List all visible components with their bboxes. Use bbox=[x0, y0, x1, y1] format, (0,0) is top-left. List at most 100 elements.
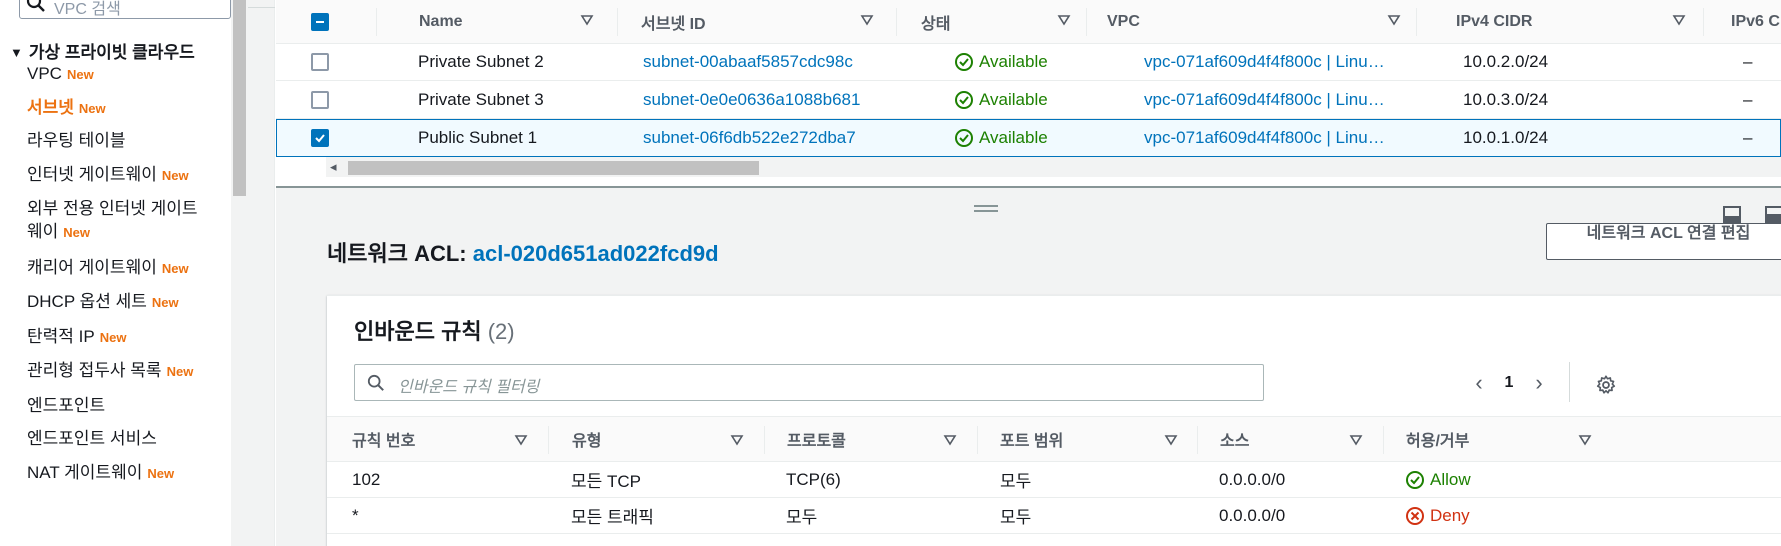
table-horizontal-scrollbar[interactable]: ◂ bbox=[326, 157, 1781, 177]
cell-vpc-link[interactable]: vpc-071af609d4f4f800c | Linu… bbox=[1144, 81, 1406, 118]
sidebar-scrollbar[interactable] bbox=[231, 0, 248, 546]
table-row: * 모든 트래픽 모두 모두 0.0.0.0/0 Deny bbox=[327, 498, 1781, 534]
cell-subnet-id-link[interactable]: subnet-06f6db522e272dba7 bbox=[643, 120, 893, 156]
sort-icon[interactable] bbox=[1057, 13, 1071, 27]
header-allow-deny[interactable]: 허용/거부 bbox=[1406, 417, 1566, 461]
cell-name: Public Subnet 1 bbox=[418, 128, 538, 147]
split-panel-resize-handle[interactable] bbox=[974, 205, 998, 213]
panel-side-icon[interactable] bbox=[1764, 205, 1781, 225]
cell-ipv6-cidr: – bbox=[1743, 128, 1753, 147]
table-row: 102 모든 TCP TCP(6) 모두 0.0.0.0/0 Allow bbox=[327, 462, 1781, 498]
cell-subnet-id-link[interactable]: subnet-0e0e0636a1088b681 bbox=[643, 81, 893, 118]
cell-vpc-link[interactable]: vpc-071af609d4f4f800c | Linu… bbox=[1144, 120, 1406, 156]
sort-icon[interactable] bbox=[1387, 13, 1401, 27]
cell-state: Available bbox=[954, 81, 1084, 118]
row-checkbox-checked[interactable] bbox=[311, 129, 329, 147]
header-ipv4-cidr[interactable]: IPv4 CIDR bbox=[1456, 0, 1656, 43]
table-row[interactable]: Private Subnet 3 subnet-0e0e0636a1088b68… bbox=[276, 81, 1781, 119]
header-name[interactable]: Name bbox=[419, 0, 589, 43]
network-acl-id-link[interactable]: acl-020d651ad022fcd9d bbox=[473, 241, 719, 266]
cell-type: 모든 트래픽 bbox=[571, 508, 654, 527]
sidebar-item-egress-only-igw-cont[interactable]: 웨이 New bbox=[27, 220, 90, 245]
table-row-selected[interactable]: Public Subnet 1 subnet-06f6db522e272dba7… bbox=[276, 119, 1781, 157]
new-badge: New bbox=[147, 466, 175, 481]
header-ipv6-cidr[interactable]: IPv6 C bbox=[1731, 0, 1781, 43]
cell-ipv4-cidr: 10.0.3.0/24 bbox=[1463, 89, 1549, 109]
cell-ipv6-cidr: – bbox=[1743, 51, 1753, 71]
header-rule-number[interactable]: 규칙 번호 bbox=[352, 417, 532, 461]
check-circle-icon bbox=[955, 129, 973, 147]
header-protocol[interactable]: 프로토콜 bbox=[787, 417, 967, 461]
cell-source: 0.0.0.0/0 bbox=[1219, 505, 1286, 525]
previous-page-icon[interactable]: ‹ bbox=[1464, 370, 1494, 396]
header-port-range[interactable]: 포트 범위 bbox=[1000, 417, 1180, 461]
cell-ipv4-cidr: 10.0.2.0/24 bbox=[1463, 51, 1549, 71]
sidebar-item-vpc[interactable]: VPC New bbox=[27, 62, 94, 87]
sidebar-item-route-tables[interactable]: 라우팅 테이블 bbox=[27, 129, 126, 153]
cell-source: 0.0.0.0/0 bbox=[1219, 469, 1286, 489]
sidebar-item-nat-gateways[interactable]: NAT 게이트웨이 New bbox=[27, 461, 174, 486]
panel-bottom-icon[interactable] bbox=[1722, 205, 1742, 225]
header-source[interactable]: 소스 bbox=[1220, 417, 1370, 461]
row-checkbox[interactable] bbox=[311, 90, 329, 109]
edit-network-acl-association-button[interactable]: 네트워크 ACL 연결 편집 bbox=[1546, 223, 1781, 260]
cell-port-range: 모두 bbox=[1000, 472, 1032, 491]
sort-icon[interactable] bbox=[860, 13, 874, 27]
scroll-left-icon[interactable]: ◂ bbox=[330, 159, 337, 175]
header-subnet-id[interactable]: 서브넷 ID bbox=[641, 0, 841, 43]
header-type[interactable]: 유형 bbox=[572, 417, 752, 461]
inbound-rules-heading: 인바운드 규칙 (2) bbox=[354, 319, 515, 344]
new-badge: New bbox=[78, 101, 106, 116]
network-acl-label: 네트워크 ACL: bbox=[327, 241, 467, 266]
sort-icon[interactable] bbox=[1164, 433, 1178, 447]
main-content: Name 서브넷 ID 상태 VPC IPv4 CIDR IPv6 C Priv… bbox=[276, 0, 1781, 546]
sidebar-item-internet-gateways[interactable]: 인터넷 게이트웨이 New bbox=[27, 163, 189, 188]
cell-name: Private Subnet 2 bbox=[418, 51, 544, 71]
gear-icon[interactable] bbox=[1595, 374, 1617, 396]
sort-icon[interactable] bbox=[730, 433, 744, 447]
select-all-checkbox[interactable] bbox=[311, 12, 329, 31]
cell-state: Available bbox=[954, 43, 1084, 80]
sidebar-item-elastic-ips[interactable]: 탄력적 IP New bbox=[27, 325, 126, 350]
sidebar-search-input[interactable]: VPC 검색 bbox=[19, 0, 231, 19]
horizontal-scrollbar-thumb[interactable] bbox=[348, 161, 759, 175]
sidebar-search-placeholder: VPC 검색 bbox=[54, 1, 121, 18]
sidebar-item-endpoint-services[interactable]: 엔드포인트 서비스 bbox=[27, 427, 157, 451]
cell-rule-number: * bbox=[352, 505, 359, 525]
check-circle-icon bbox=[1406, 470, 1424, 489]
table-row[interactable]: Private Subnet 2 subnet-00abaaf5857cdc98… bbox=[276, 43, 1781, 81]
inbound-rules-count: (2) bbox=[487, 319, 515, 344]
sidebar-item-endpoints[interactable]: 엔드포인트 bbox=[27, 394, 105, 418]
inbound-rules-filter-input[interactable]: 인바운드 규칙 필터링 bbox=[354, 364, 1264, 401]
sidebar: VPC 검색 ▼ 가상 프라이빗 클라우드 VPC New 서브넷 New 라우팅 테… bbox=[0, 0, 235, 546]
sidebar-item-managed-prefix-lists[interactable]: 관리형 접두사 목록 New bbox=[27, 359, 193, 384]
filter-placeholder: 인바운드 규칙 필터링 bbox=[398, 379, 540, 396]
cell-subnet-id-link[interactable]: subnet-00abaaf5857cdc98c bbox=[643, 43, 893, 80]
inbound-rules-table-header: 규칙 번호 유형 프로토콜 포트 범위 소스 허용/거부 bbox=[327, 416, 1781, 462]
search-icon bbox=[367, 374, 384, 391]
header-state[interactable]: 상태 bbox=[921, 0, 1041, 43]
sort-icon[interactable] bbox=[580, 13, 594, 27]
cell-name: Private Subnet 3 bbox=[418, 89, 544, 109]
sort-icon[interactable] bbox=[1349, 433, 1363, 447]
sidebar-item-egress-only-igw[interactable]: 외부 전용 인터넷 게이트 bbox=[27, 197, 198, 221]
header-vpc[interactable]: VPC bbox=[1107, 0, 1307, 43]
next-page-icon[interactable]: › bbox=[1524, 370, 1554, 396]
sidebar-item-dhcp-option-sets[interactable]: DHCP 옵션 세트 New bbox=[27, 290, 179, 315]
sort-icon[interactable] bbox=[943, 433, 957, 447]
sidebar-scrollbar-thumb[interactable] bbox=[233, 0, 246, 196]
search-icon bbox=[26, 0, 45, 12]
sort-icon[interactable] bbox=[1578, 433, 1592, 447]
sort-icon[interactable] bbox=[514, 433, 528, 447]
cell-vpc-link[interactable]: vpc-071af609d4f4f800c | Linu… bbox=[1144, 43, 1406, 80]
sidebar-item-subnets[interactable]: 서브넷 New bbox=[27, 96, 106, 121]
sidebar-item-carrier-gateways[interactable]: 캐리어 게이트웨이 New bbox=[27, 256, 189, 281]
sort-icon[interactable] bbox=[1672, 13, 1686, 27]
section-header-vpc[interactable]: ▼ 가상 프라이빗 클라우드 bbox=[10, 38, 195, 63]
new-badge: New bbox=[161, 261, 189, 276]
cell-ipv6-cidr: – bbox=[1743, 89, 1753, 109]
subnets-table: Name 서브넷 ID 상태 VPC IPv4 CIDR IPv6 C Priv… bbox=[276, 0, 1781, 188]
new-badge: New bbox=[66, 67, 94, 82]
row-checkbox[interactable] bbox=[311, 52, 329, 71]
current-page-number[interactable]: 1 bbox=[1494, 374, 1524, 392]
